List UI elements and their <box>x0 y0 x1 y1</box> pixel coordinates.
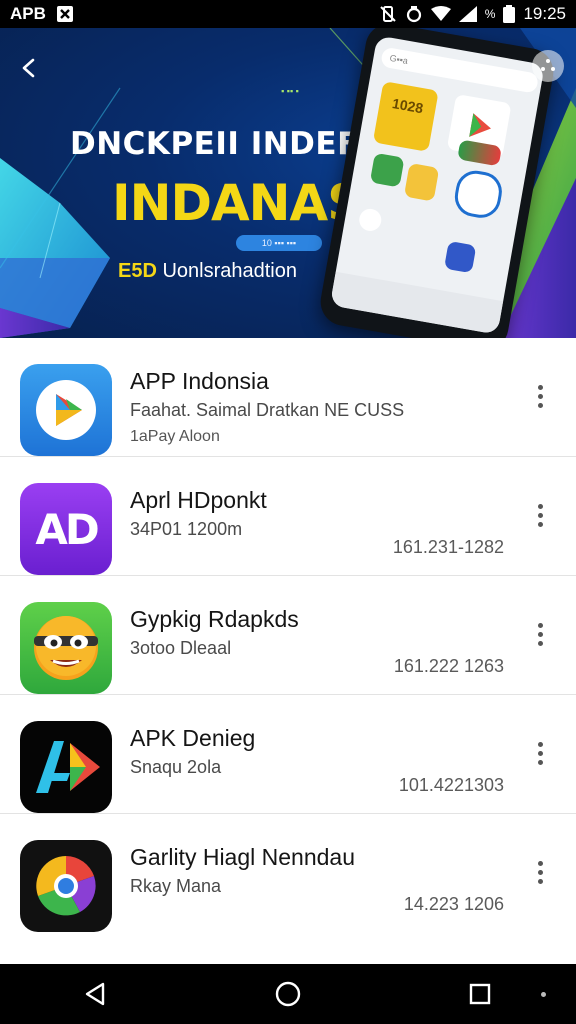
nav-home-button[interactable] <box>264 970 312 1018</box>
app-meta: 101.4221303 <box>398 775 504 795</box>
phone-dock <box>329 271 504 335</box>
overflow-menu-button[interactable] <box>528 378 552 414</box>
phone-tile-circle <box>451 167 506 221</box>
colorful-circle-icon <box>20 840 112 932</box>
battery-percent-label: % <box>484 7 496 21</box>
triangle-back-icon <box>85 982 105 1006</box>
banner-menu-button[interactable] <box>532 50 564 82</box>
app-description: Snaqu 2ola <box>130 757 222 777</box>
carrier-label: APB <box>10 4 46 23</box>
app-description: Faahat. Saimal Dratkan NE CUSS <box>130 400 405 420</box>
overflow-menu-button[interactable] <box>528 735 552 771</box>
play-arrow-icon <box>20 364 112 456</box>
app-meta: 161.222 1263 <box>393 656 504 676</box>
app-list: APP Indonsia Faahat. Saimal Dratkan NE C… <box>0 338 576 933</box>
app-name: Aprl HDponkt <box>130 487 267 513</box>
nav-back-button[interactable] <box>72 970 120 1018</box>
app-meta: 161.231-1282 <box>392 537 504 557</box>
app-name: Gypkig Rdapkds <box>130 606 299 632</box>
overflow-menu-button[interactable] <box>528 616 552 652</box>
ad-logo-text: AD <box>35 504 99 554</box>
list-item[interactable]: APP Indonsia Faahat. Saimal Dratkan NE C… <box>0 338 576 457</box>
arrow-left-icon <box>22 58 35 78</box>
phone-tile-blue <box>443 240 477 274</box>
app-description: 3otoo Dleaal <box>130 638 232 658</box>
overflow-menu-button[interactable] <box>528 497 552 533</box>
notification-icon <box>56 5 74 23</box>
sync-icon <box>405 5 423 23</box>
app-meta: 14.223 1206 <box>403 894 504 914</box>
status-bar: APB % 19:25 <box>0 0 576 28</box>
triangle-logo-icon <box>20 721 112 813</box>
app-description: 34P01 1200m <box>130 519 243 539</box>
hero-banner: ▪ ▪▪ ▪ DNCKPEII INDEFYS INDANASIA 10 ▪▪▪… <box>0 28 576 338</box>
nav-indicator-dot <box>541 992 546 997</box>
wifi-icon <box>430 6 451 22</box>
phone-tile-green <box>369 152 405 188</box>
list-item[interactable]: Garlity Hiagl Nenndau Rkay Mana 14.223 1… <box>0 814 576 933</box>
overflow-menu-button[interactable] <box>528 854 552 890</box>
vibrate-off-icon <box>379 5 397 23</box>
app-name: APP Indonsia <box>130 368 269 394</box>
app-name: APK Denieg <box>130 725 256 751</box>
smiley-face-icon <box>20 602 112 694</box>
banner-top-chip: ▪ ▪▪ ▪ <box>281 86 299 96</box>
banner-subtitle: E5D Uonlsrahadtion <box>118 260 297 283</box>
dots-icon <box>541 59 555 71</box>
banner-subtitle-text: Uonlsrahadtion <box>162 260 297 282</box>
circle-home-icon <box>275 981 301 1007</box>
ad-logo-icon: AD <box>20 483 112 575</box>
clock: 19:25 <box>523 4 566 23</box>
banner-subtitle-accent: E5D <box>118 260 157 282</box>
square-recents-icon <box>469 983 491 1005</box>
back-button[interactable] <box>14 52 46 84</box>
phone-tile-yellow: 1028 <box>372 81 439 152</box>
phone-body: G▪▪a 1028 <box>316 28 558 338</box>
app-developer: 1aPay Aloon <box>130 428 220 445</box>
nav-recents-button[interactable] <box>456 970 504 1018</box>
list-item[interactable]: AD Aprl HDponkt 34P01 1200m 161.231-1282 <box>0 457 576 576</box>
phone-mockup: G▪▪a 1028 <box>316 28 558 338</box>
battery-icon <box>503 5 516 23</box>
list-item[interactable]: APK Denieg Snaqu 2ola 101.4221303 <box>0 695 576 814</box>
list-item[interactable]: Gypkig Rdapkds 3otoo Dleaal 161.222 1263 <box>0 576 576 695</box>
app-name: Garlity Hiagl Nenndau <box>130 844 356 870</box>
system-nav-bar <box>0 964 576 1024</box>
phone-tile-dot <box>357 207 384 233</box>
signal-icon <box>458 6 477 22</box>
phone-screen: G▪▪a 1028 <box>329 35 545 335</box>
banner-chip: 10 ▪▪▪ ▪▪▪ <box>236 235 322 251</box>
phone-tile-gold <box>403 162 440 202</box>
app-description: Rkay Mana <box>130 876 222 896</box>
